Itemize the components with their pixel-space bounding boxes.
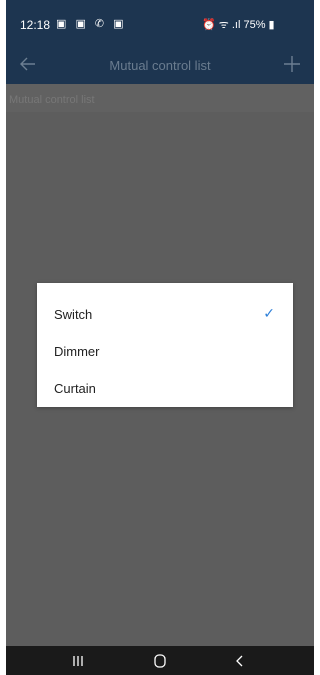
page-title: Mutual control list [109, 58, 211, 73]
system-nav-bar [6, 646, 314, 675]
notification-icons: ▣ ▣ ✆ ▣ [56, 18, 127, 30]
check-icon: ✓ [263, 305, 275, 321]
system-status-icons: ⏰ ᯤ .ıl 75% ▮ [202, 19, 275, 31]
status-time: 12:18 [20, 18, 51, 32]
app-bar: Mutual control list [6, 46, 314, 84]
option-label: Dimmer [54, 344, 100, 359]
plus-icon[interactable] [280, 52, 304, 76]
option-label: Curtain [54, 381, 96, 396]
phone-screen: 12:18 ▣ ▣ ✆ ▣ ⏰ ᯤ .ıl 75% ▮ Mutual contr… [6, 0, 314, 675]
section-header-label: Mutual control list [9, 94, 95, 106]
option-label: Switch [54, 307, 93, 322]
option-curtain[interactable]: Curtain [37, 363, 293, 397]
option-dimmer[interactable]: Dimmer [37, 326, 293, 360]
status-bar: 12:18 ▣ ▣ ✆ ▣ ⏰ ᯤ .ıl 75% ▮ [6, 0, 314, 46]
recent-apps-icon[interactable] [66, 652, 90, 670]
section-header: Mutual control list [6, 84, 314, 112]
back-nav-icon[interactable] [228, 652, 252, 670]
device-type-dialog: Switch ✓ Dimmer Curtain [37, 283, 293, 407]
home-icon[interactable] [148, 652, 172, 670]
option-switch[interactable]: Switch ✓ [37, 289, 293, 323]
